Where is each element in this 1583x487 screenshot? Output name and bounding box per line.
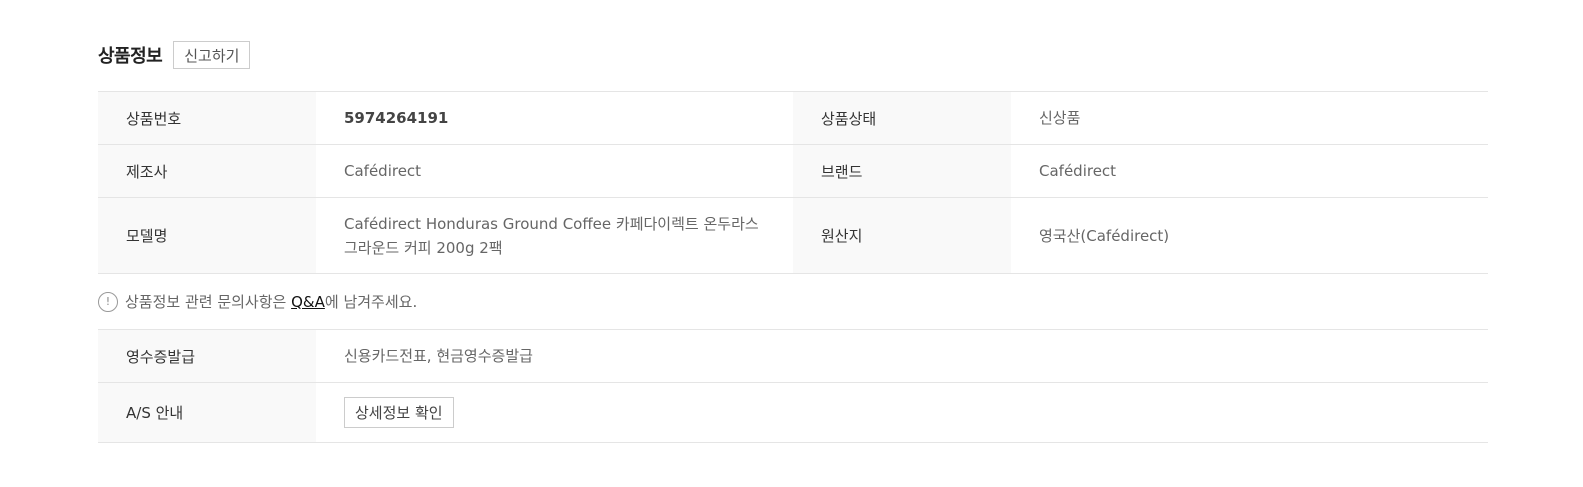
report-button[interactable]: 신고하기 [173, 41, 251, 69]
inquiry-notice: ! 상품정보 관련 문의사항은 Q&A 에 남겨주세요. [98, 274, 1488, 329]
table-row: 제조사 Cafédirect 브랜드 Cafédirect [98, 144, 1488, 198]
origin-label: 원산지 [793, 197, 1011, 274]
as-info-label: A/S 안내 [98, 382, 316, 443]
table-row: 모델명 Cafédirect Honduras Ground Coffee 카페… [98, 197, 1488, 274]
product-number-value: 5974264191 [316, 91, 793, 145]
brand-label: 브랜드 [793, 144, 1011, 198]
manufacturer-value: Cafédirect [316, 144, 793, 198]
origin-value: 영국산(Cafédirect) [1011, 197, 1488, 274]
as-detail-button[interactable]: 상세정보 확인 [344, 397, 454, 428]
section-header: 상품정보 신고하기 [98, 38, 251, 72]
model-name-label: 모델명 [98, 197, 316, 274]
table-row: 영수증발급 신용카드전표, 현금영수증발급 [98, 329, 1488, 383]
product-condition-value: 신상품 [1011, 91, 1488, 145]
product-number-label: 상품번호 [98, 91, 316, 145]
brand-value: Cafédirect [1011, 144, 1488, 198]
qa-link[interactable]: Q&A [291, 293, 325, 311]
table-row: 상품번호 5974264191 상품상태 신상품 [98, 91, 1488, 145]
section-title: 상품정보 [98, 46, 163, 67]
table-row: A/S 안내 상세정보 확인 [98, 382, 1488, 443]
product-condition-label: 상품상태 [793, 91, 1011, 145]
receipt-value: 신용카드전표, 현금영수증발급 [316, 329, 1488, 383]
manufacturer-label: 제조사 [98, 144, 316, 198]
exclamation-circle-icon: ! [98, 291, 118, 312]
model-name-value: Cafédirect Honduras Ground Coffee 카페다이렉트… [316, 197, 793, 274]
service-info-table: 영수증발급 신용카드전표, 현금영수증발급 A/S 안내 상세정보 확인 [98, 329, 1488, 443]
as-info-cell: 상세정보 확인 [316, 382, 1488, 443]
receipt-label: 영수증발급 [98, 329, 316, 383]
notice-text-after: 에 남겨주세요. [324, 293, 418, 311]
product-info-table: 상품번호 5974264191 상품상태 신상품 제조사 Cafédirect … [98, 91, 1488, 274]
notice-text-before: 상품정보 관련 문의사항은 [125, 293, 292, 311]
